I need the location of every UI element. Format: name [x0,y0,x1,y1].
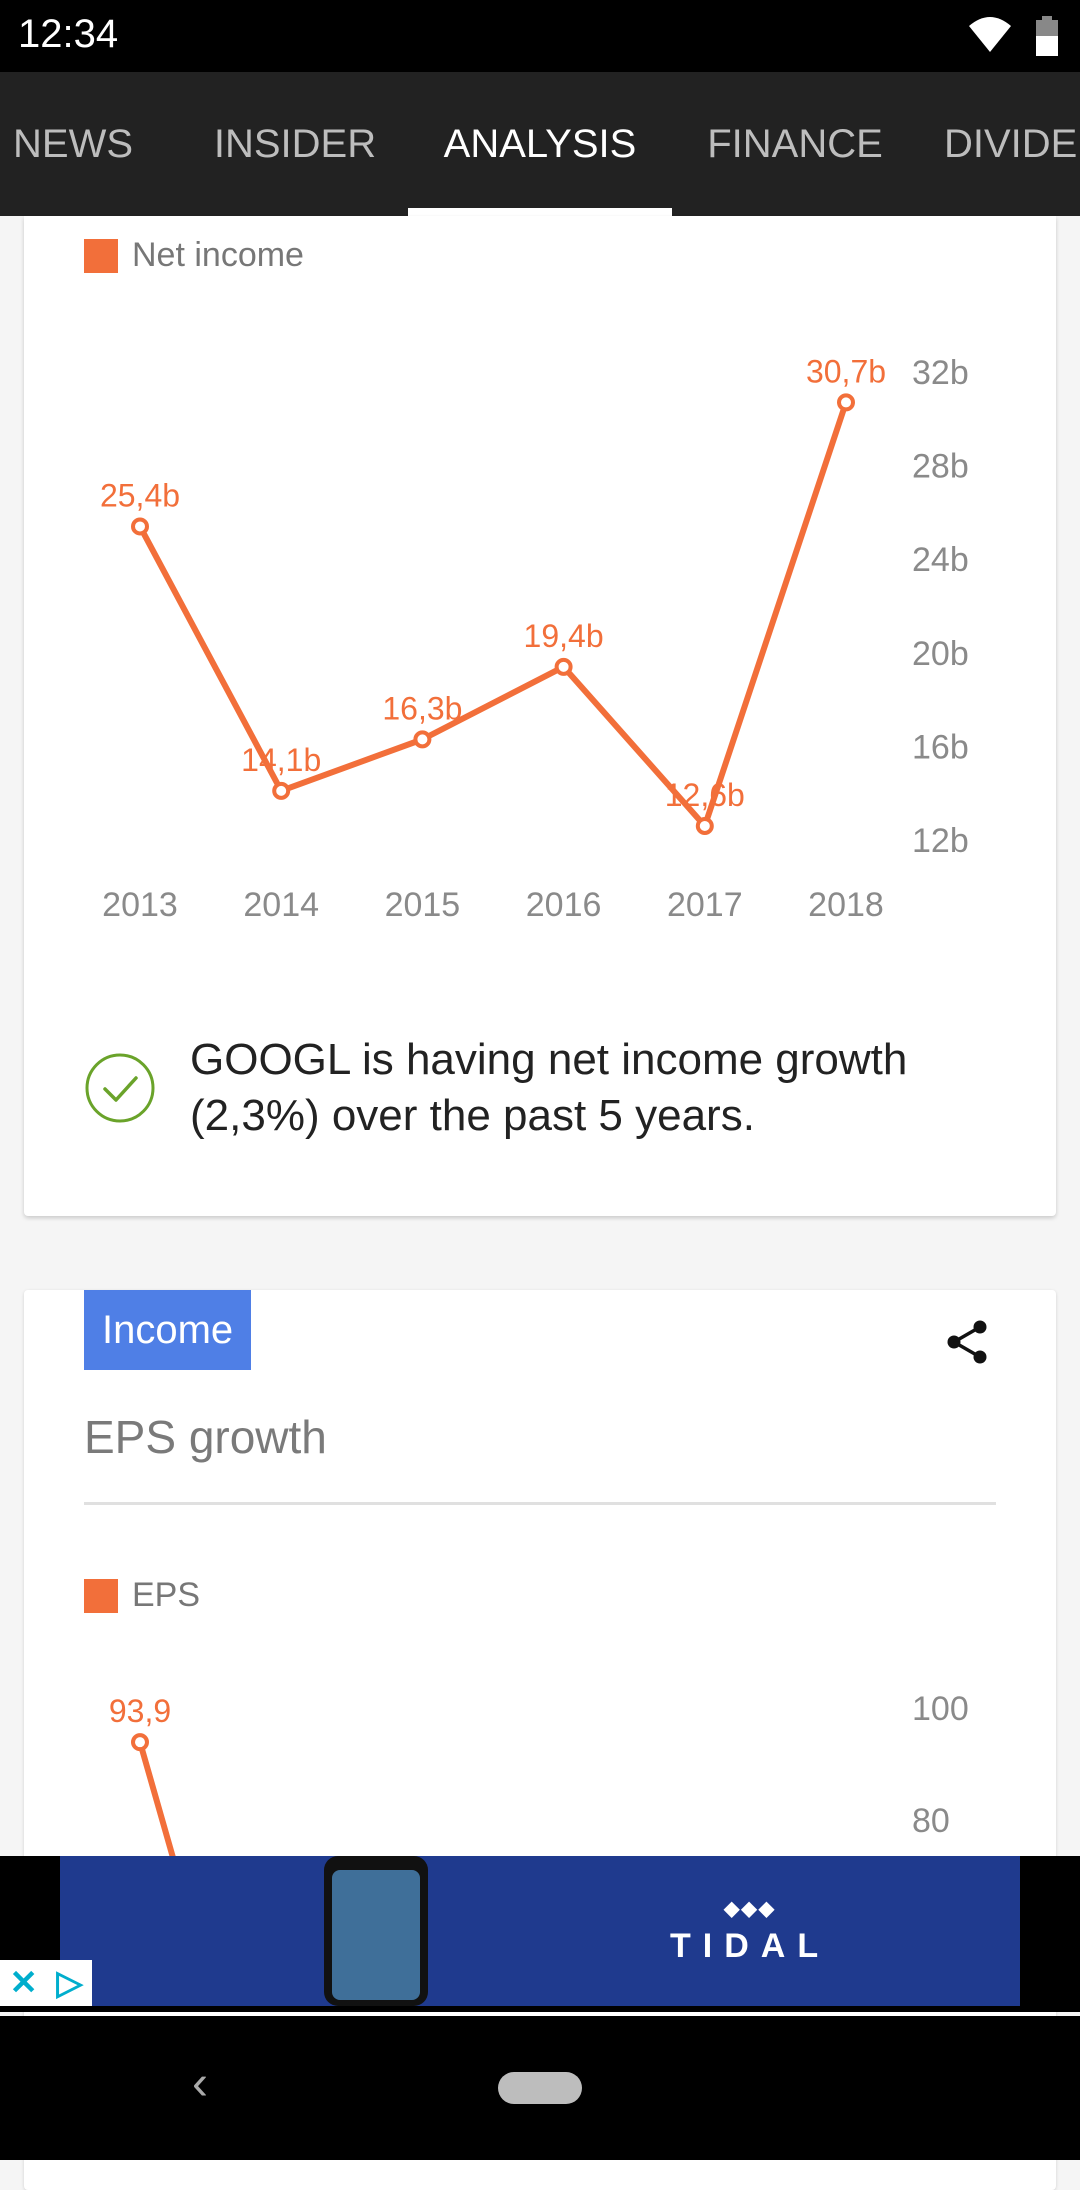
y-tick-label: 80 [912,1802,950,1840]
x-tick-label: 2015 [385,886,461,924]
ad-info-icon[interactable]: ▷ [57,1963,83,2003]
growth-summary: GOOGL is having net income growth (2,3%)… [84,1032,1044,1144]
tab-finance[interactable]: FINANCE [690,72,900,216]
y-tick-label: 12b [912,822,969,860]
growth-message: GOOGL is having net income growth (2,3%)… [190,1035,908,1140]
ad-phone-image [324,1856,428,2006]
tab-insider[interactable]: INSIDER [190,72,400,216]
ad-brand: TIDAL [670,1927,831,1965]
system-nav-bar: ‹ [0,2016,1080,2160]
y-tick-label: 32b [912,354,969,392]
net-income-card: Net income 32b 28b 24b 20b 16b 12b 2013 2014 201… [24,216,1056,1216]
data-point[interactable] [131,1733,149,1752]
x-tick-label: 2017 [667,886,743,924]
tab-analysis[interactable]: ANALYSIS [408,72,672,216]
data-point[interactable] [554,657,573,676]
tab-dividends[interactable]: DIVIDE [944,72,1080,216]
data-label: 93,9 [109,1693,171,1729]
net-income-chart: 32b 28b 24b 20b 16b 12b 2013 2014 2015 2016 2017 20… [100,353,969,924]
ad-choices[interactable]: ✕ ▷ [0,1960,92,2006]
tab-news[interactable]: NEWS [0,72,146,216]
ad-banner[interactable]: ◆◆◆ TIDAL ✕ ▷ [0,1856,1080,2012]
active-tab-indicator [408,208,672,216]
y-tick-label: 28b [912,448,969,486]
ad-image[interactable]: ◆◆◆ TIDAL [60,1856,1020,2006]
tidal-logo-icon: ◆◆◆ [723,1898,777,1920]
data-point[interactable] [272,781,291,800]
data-label: 14,1b [241,742,321,778]
data-label: 25,4b [100,477,180,513]
status-bar: 12:34 [0,0,1080,72]
back-icon[interactable]: ‹ [192,2056,208,2111]
ad-logo: ◆◆◆ TIDAL [670,1896,830,1966]
x-tick-label: 2014 [243,886,319,924]
tab-bar: NEWS INSIDER ANALYSIS FINANCE DIVIDE [0,72,1080,216]
check-circle-icon [85,1053,155,1123]
data-point[interactable] [131,517,149,536]
data-label: 30,7b [806,353,886,389]
x-tick-label: 2016 [526,886,602,924]
data-label: 12,6b [665,777,745,813]
wifi-icon [969,17,1011,52]
y-tick-label: 16b [912,728,969,766]
battery-icon [1036,16,1058,56]
y-tick-label: 20b [912,635,969,673]
home-button[interactable] [498,2072,582,2104]
data-point[interactable] [695,816,714,835]
y-tick-label: 24b [912,541,969,579]
y-tick-label: 100 [912,1690,969,1728]
x-tick-label: 2013 [102,886,178,924]
data-point[interactable] [837,393,855,412]
data-label: 16,3b [382,690,462,726]
data-point[interactable] [413,730,432,749]
status-time: 12:34 [18,12,119,56]
x-tick-label: 2018 [808,886,884,924]
close-icon[interactable]: ✕ [9,1963,38,2003]
data-label: 19,4b [524,618,604,654]
